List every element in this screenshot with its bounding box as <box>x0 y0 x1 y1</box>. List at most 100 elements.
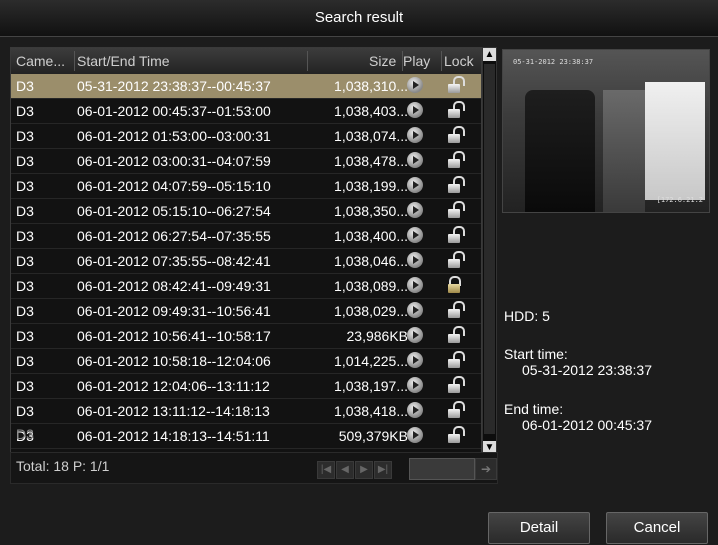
size-cell: 1,038,089... <box>334 278 408 294</box>
first-page-icon[interactable]: |◀ <box>317 461 335 479</box>
table-row[interactable]: D3 06-01-2012 10:58:18--12:04:06 1,014,225… <box>11 349 481 374</box>
page-number-input[interactable] <box>409 458 475 480</box>
unlocked-padlock-icon[interactable] <box>447 326 465 347</box>
size-cell: 1,038,418... <box>334 403 408 419</box>
prev-page-icon[interactable]: ◀ <box>336 461 354 479</box>
time-cell: 06-01-2012 10:58:18--12:04:06 <box>77 353 271 369</box>
size-cell: 1,038,199... <box>334 178 408 194</box>
time-cell: 06-01-2012 09:49:31--10:56:41 <box>77 303 271 319</box>
table-row[interactable]: D3 06-01-2012 13:11:12--14:18:13 1,038,418… <box>11 399 481 424</box>
cancel-button[interactable]: Cancel <box>606 512 708 544</box>
camera-cell: D3 <box>16 353 34 369</box>
unlocked-padlock-icon[interactable] <box>447 76 465 97</box>
column-camera[interactable]: Came... <box>16 53 65 69</box>
end-time-value: 06-01-2012 00:45:37 <box>522 417 652 433</box>
unlocked-padlock-icon[interactable] <box>447 176 465 197</box>
column-size[interactable]: Size <box>369 53 396 69</box>
table-row[interactable]: D3 06-01-2012 00:45:37--01:53:00 1,038,403… <box>11 99 481 124</box>
time-cell: 06-01-2012 05:15:10--06:27:54 <box>77 203 271 219</box>
unlocked-padlock-icon[interactable] <box>447 126 465 147</box>
size-cell: 1,038,350... <box>334 203 408 219</box>
camera-cell: D3 <box>16 153 34 169</box>
column-play[interactable]: Play <box>403 53 430 69</box>
table-body: D3 05-31-2012 23:38:37--00:45:37 1,038,310… <box>11 74 481 449</box>
play-circle-icon[interactable] <box>407 102 423 121</box>
play-circle-icon[interactable] <box>407 327 423 346</box>
size-cell: 23,986KB <box>346 328 409 344</box>
table-row[interactable]: D3 06-01-2012 04:07:59--05:15:10 1,038,199… <box>11 174 481 199</box>
result-table: Came... Start/End Time Size Play Lock D3… <box>10 47 482 459</box>
next-page-icon[interactable]: ▶ <box>355 461 373 479</box>
play-circle-icon[interactable] <box>407 402 423 421</box>
camera-cell: D3 <box>16 278 34 294</box>
table-row[interactable]: D3 06-01-2012 07:35:55--08:42:41 1,038,046… <box>11 249 481 274</box>
table-row[interactable]: D3 06-01-2012 05:15:10--06:27:54 1,038,350… <box>11 199 481 224</box>
unlocked-padlock-icon[interactable] <box>447 351 465 372</box>
time-cell: 06-01-2012 12:04:06--13:11:12 <box>77 378 270 394</box>
table-row[interactable]: D3 06-01-2012 09:49:31--10:56:41 1,038,029… <box>11 299 481 324</box>
camera-cell: D3 <box>16 228 34 244</box>
camera-cell: D3 <box>16 103 34 119</box>
locked-padlock-icon[interactable] <box>447 276 463 297</box>
scroll-thumb[interactable] <box>484 64 495 434</box>
camera-cell: D3 <box>16 403 34 419</box>
play-circle-icon[interactable] <box>407 252 423 271</box>
detail-button[interactable]: Detail <box>488 512 590 544</box>
camera-cell: D3 <box>16 128 34 144</box>
unlocked-padlock-icon[interactable] <box>447 251 465 272</box>
video-preview: 05-31-2012 23:38:37 [172.6.21.2 <box>502 49 710 213</box>
table-row[interactable]: D3 06-01-2012 10:56:41--10:58:17 23,986KB <box>11 324 481 349</box>
start-time-label: Start time: <box>504 346 568 362</box>
table-footer: Total: 18 P: 1/1 |◀ ◀ ▶ ▶| ➔ <box>10 452 498 484</box>
unlocked-padlock-icon[interactable] <box>447 401 465 422</box>
table-row[interactable]: D3 05-31-2012 23:38:37--00:45:37 1,038,310… <box>11 74 481 99</box>
size-cell: 1,038,403... <box>334 103 408 119</box>
play-circle-icon[interactable] <box>407 202 423 221</box>
camera-cell: D3 <box>16 253 34 269</box>
table-row[interactable]: D3 06-01-2012 08:42:41--09:49:31 1,038,089… <box>11 274 481 299</box>
play-circle-icon[interactable] <box>407 127 423 146</box>
camera-cell: D3 <box>16 78 34 94</box>
window-title: Search result <box>0 0 718 37</box>
column-time[interactable]: Start/End Time <box>77 53 170 69</box>
play-circle-icon[interactable] <box>407 177 423 196</box>
search-result-window: Search result Came... Start/End Time Siz… <box>0 0 718 545</box>
play-circle-icon[interactable] <box>407 377 423 396</box>
size-cell: 1,038,478... <box>334 153 408 169</box>
preview-ip: [172.6.21.2 <box>656 196 703 204</box>
play-circle-icon[interactable] <box>407 277 423 296</box>
play-circle-icon[interactable] <box>407 352 423 371</box>
camera-cell: D3 <box>16 378 34 394</box>
unlocked-padlock-icon[interactable] <box>447 376 465 397</box>
preview-image-object <box>525 90 595 212</box>
size-cell: 1,038,197... <box>334 378 408 394</box>
last-page-icon[interactable]: ▶| <box>374 461 392 479</box>
play-circle-icon[interactable] <box>407 152 423 171</box>
time-cell: 06-01-2012 06:27:54--07:35:55 <box>77 228 271 244</box>
unlocked-padlock-icon[interactable] <box>447 101 465 122</box>
unlocked-padlock-icon[interactable] <box>447 301 465 322</box>
unlocked-padlock-icon[interactable] <box>447 201 465 222</box>
camera-cell: D3 <box>16 178 34 194</box>
table-header: Came... Start/End Time Size Play Lock <box>11 48 481 74</box>
start-time-value: 05-31-2012 23:38:37 <box>522 362 652 378</box>
camera-cell: D3 <box>16 303 34 319</box>
scroll-up-icon[interactable]: ▲ <box>483 48 496 61</box>
go-page-button[interactable]: ➔ <box>475 458 497 480</box>
table-row[interactable]: D3 06-01-2012 01:53:00--03:00:31 1,038,074… <box>11 124 481 149</box>
time-cell: 06-01-2012 08:42:41--09:49:31 <box>77 278 271 294</box>
play-circle-icon[interactable] <box>407 302 423 321</box>
play-circle-icon[interactable] <box>407 227 423 246</box>
table-row[interactable]: D3 06-01-2012 03:00:31--04:07:59 1,038,478… <box>11 149 481 174</box>
table-row[interactable]: D3 06-01-2012 12:04:06--13:11:12 1,038,197… <box>11 374 481 399</box>
play-circle-icon[interactable] <box>407 77 423 96</box>
unlocked-padlock-icon[interactable] <box>447 151 465 172</box>
table-row[interactable]: D3 06-01-2012 06:27:54--07:35:55 1,038,400… <box>11 224 481 249</box>
table-scrollbar[interactable]: ▲ ▼ <box>482 47 497 455</box>
camera-cell: D3 <box>16 203 34 219</box>
column-lock[interactable]: Lock <box>444 53 474 69</box>
unlocked-padlock-icon[interactable] <box>447 226 465 247</box>
time-cell: 06-01-2012 10:56:41--10:58:17 <box>77 328 271 344</box>
size-cell: 1,038,074... <box>334 128 408 144</box>
time-cell: 06-01-2012 01:53:00--03:00:31 <box>77 128 271 144</box>
